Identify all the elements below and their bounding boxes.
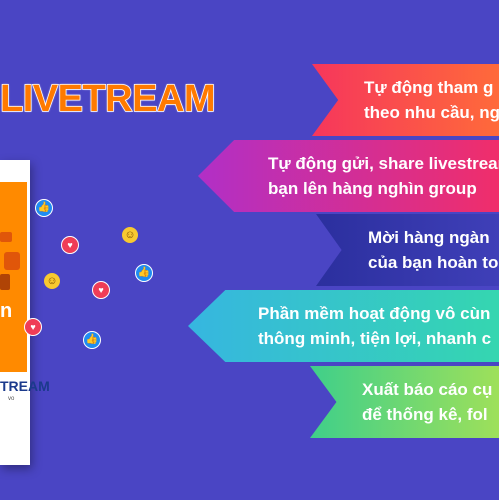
- heart-icon: ♥: [92, 281, 110, 299]
- feature-text: Tự động gửi, share livestrean: [268, 154, 499, 173]
- feature-text: Mời hàng ngàn: [368, 228, 490, 247]
- product-box-brand: TREAM: [0, 378, 50, 394]
- feature-text: để thống kê, fol: [362, 405, 488, 424]
- feature-text: bạn lên hàng nghìn group: [268, 179, 477, 198]
- smiley-icon: ☺: [122, 227, 138, 243]
- feature-banner-1: Tự động tham g theo nhu cầu, ng: [312, 64, 499, 136]
- product-box-cover: n: [0, 182, 27, 372]
- chat-bubble-icon: [0, 274, 10, 290]
- feature-banner-4: Phần mềm hoạt động vô cùn thông minh, ti…: [188, 290, 499, 362]
- chat-bubble-icon: [4, 252, 20, 270]
- smiley-icon: ☺: [44, 273, 60, 289]
- page-title: LIVETREAM: [0, 77, 216, 121]
- feature-text: của bạn hoàn to: [368, 253, 499, 272]
- product-box: n TREAM vo: [0, 160, 50, 465]
- thumbs-up-icon: 👍: [83, 331, 101, 349]
- feature-text: Tự động tham g: [364, 78, 494, 97]
- product-box-letter: n: [0, 300, 13, 322]
- heart-icon: ♥: [24, 318, 42, 336]
- chat-bubble-icon: [0, 232, 12, 242]
- feature-text: thông minh, tiện lợi, nhanh c: [258, 329, 492, 348]
- heart-icon: ♥: [61, 236, 79, 254]
- feature-text: Xuất báo cáo cụ: [362, 380, 493, 399]
- feature-banner-5: Xuất báo cáo cụ để thống kê, fol: [310, 366, 499, 438]
- thumbs-up-icon: 👍: [35, 199, 53, 217]
- feature-text: Phần mềm hoạt động vô cùn: [258, 304, 491, 323]
- feature-banner-2: Tự động gửi, share livestrean bạn lên hà…: [198, 140, 499, 212]
- product-box-website: vo: [8, 396, 15, 402]
- feature-text: theo nhu cầu, ng: [364, 103, 499, 122]
- feature-banner-3: Mời hàng ngàn của bạn hoàn to: [316, 214, 499, 286]
- thumbs-up-icon: 👍: [135, 264, 153, 282]
